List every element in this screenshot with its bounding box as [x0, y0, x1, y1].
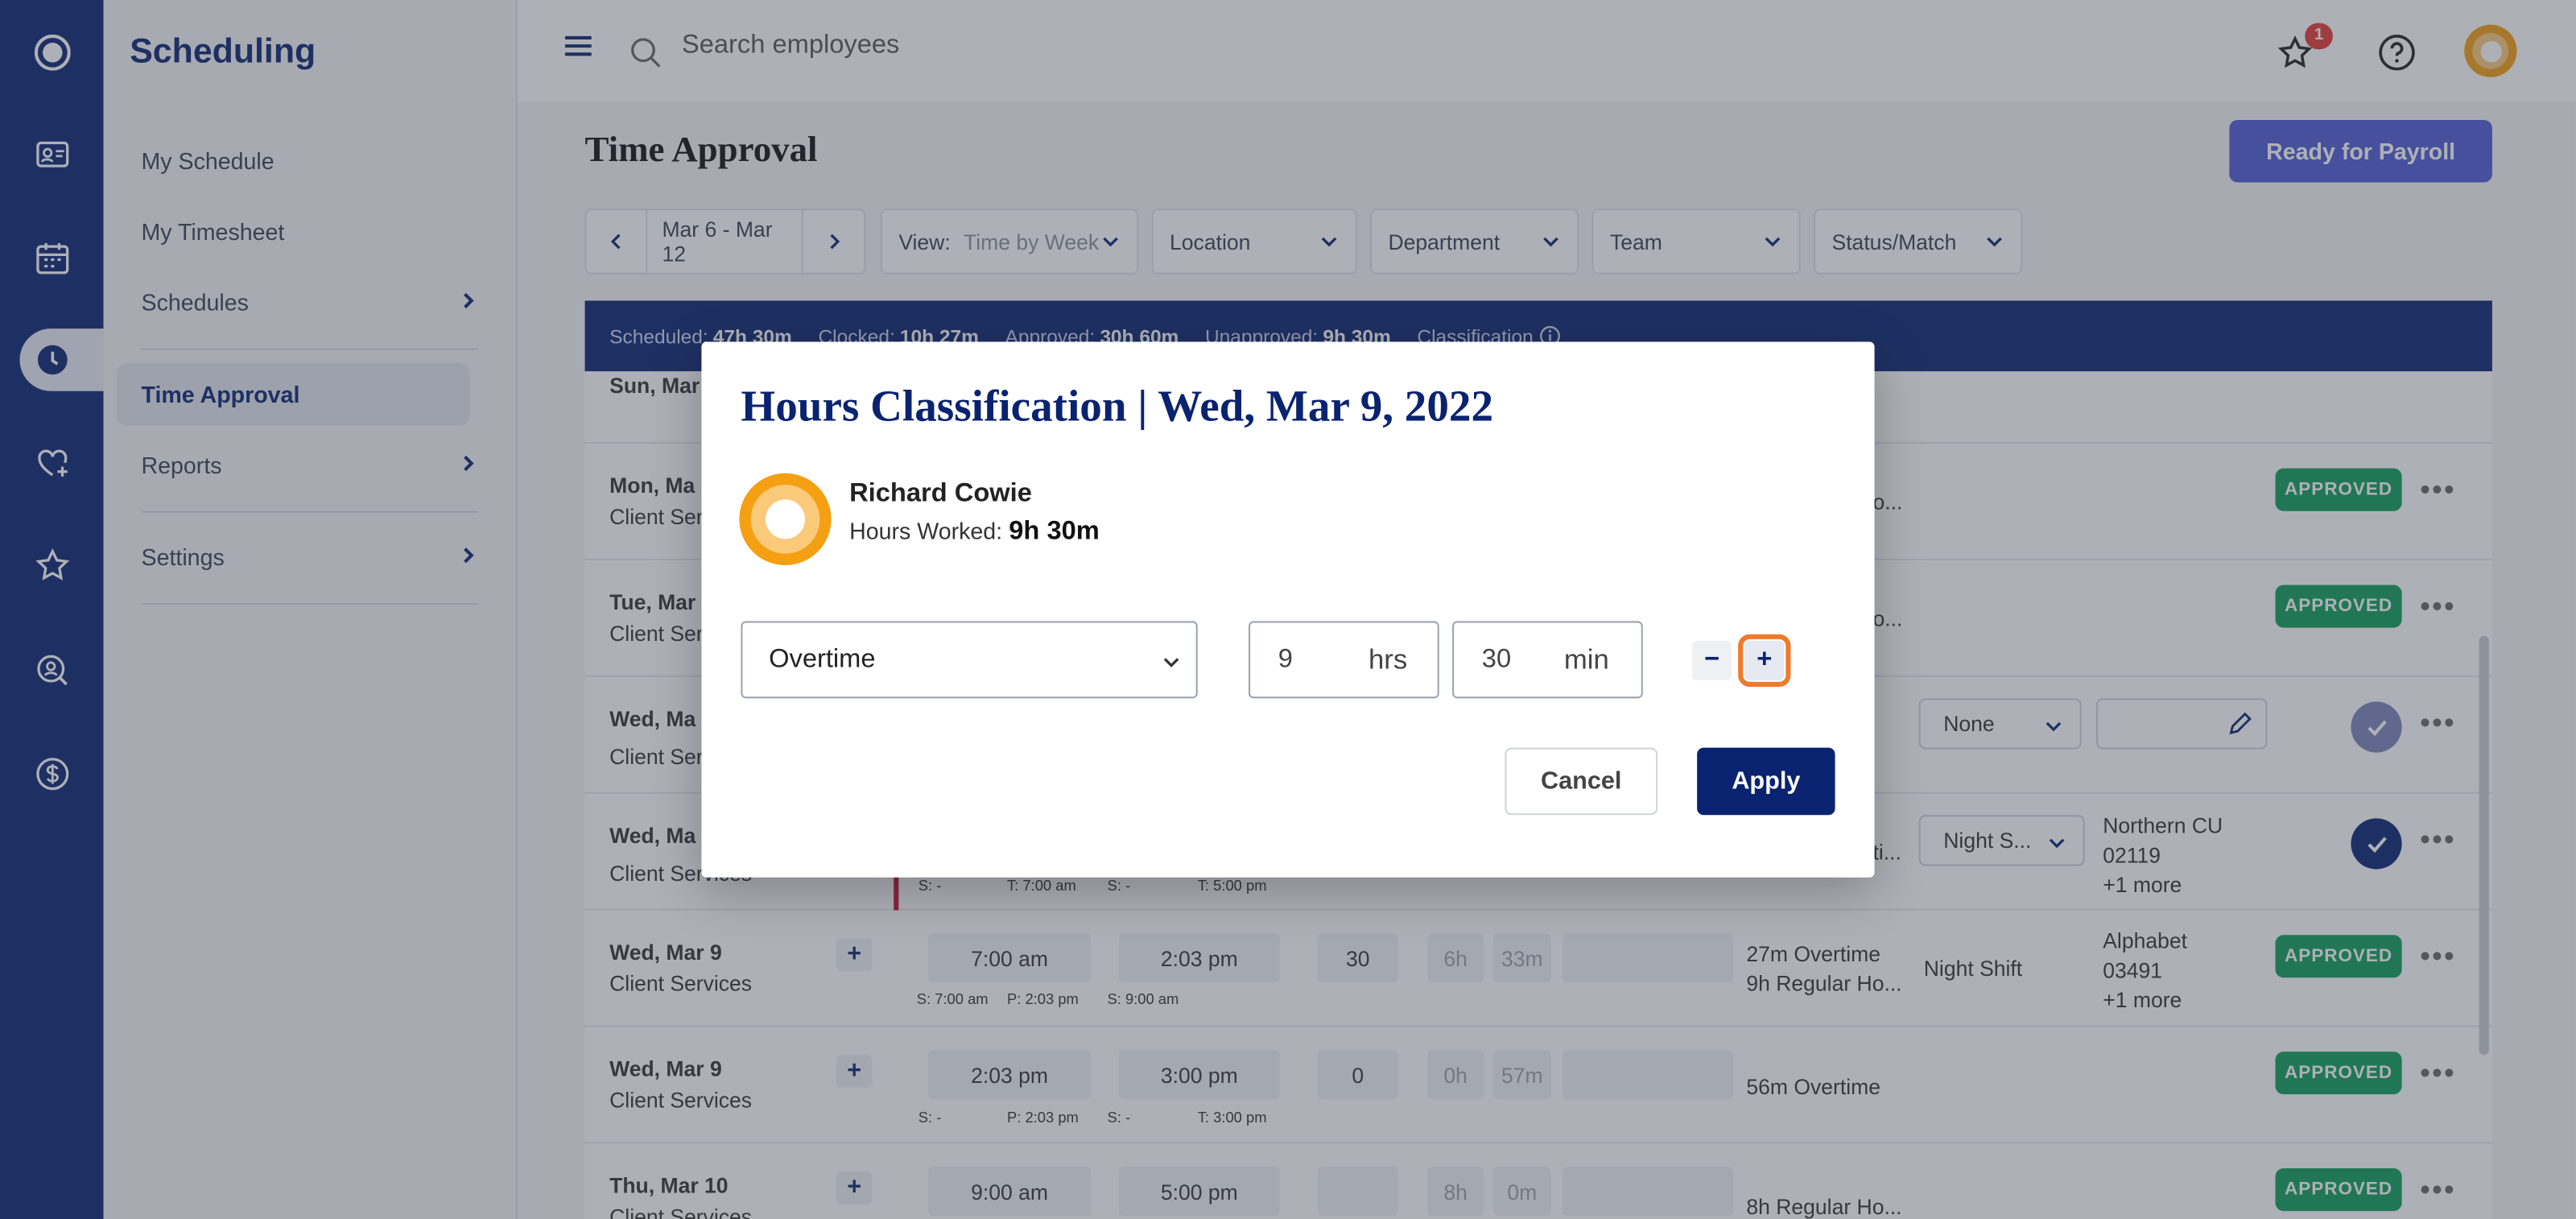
minutes-unit: min — [1563, 643, 1609, 676]
minutes-value: 30 — [1481, 646, 1512, 674]
hours-input[interactable]: 9 hrs — [1249, 621, 1439, 699]
hours-worked: Hours Worked: 9h 30m — [849, 518, 1100, 548]
chevron-down-icon — [1163, 658, 1179, 667]
employee-avatar — [739, 473, 832, 566]
apply-button[interactable]: Apply — [1697, 747, 1835, 816]
hours-value: 9 — [1278, 646, 1293, 674]
hours-classification-dialog: Hours Classification | Wed, Mar 9, 2022 … — [701, 341, 1875, 878]
app-root: Scheduling My Schedule My Timesheet Sche… — [0, 0, 2576, 1219]
classification-value: Overtime — [769, 645, 876, 673]
decrement-button[interactable]: − — [1692, 640, 1732, 680]
hours-worked-label: Hours Worked: — [849, 517, 1003, 544]
dialog-title: Hours Classification | Wed, Mar 9, 2022 — [741, 381, 1494, 431]
employee-name: Richard Cowie — [849, 479, 1032, 508]
increment-button[interactable]: + — [1738, 634, 1791, 688]
minutes-input[interactable]: 30 min — [1452, 621, 1643, 699]
cancel-button[interactable]: Cancel — [1505, 747, 1658, 816]
hours-worked-value: 9h 30m — [1009, 517, 1100, 546]
hours-unit: hrs — [1368, 643, 1408, 676]
classification-select[interactable]: Overtime — [741, 621, 1198, 699]
